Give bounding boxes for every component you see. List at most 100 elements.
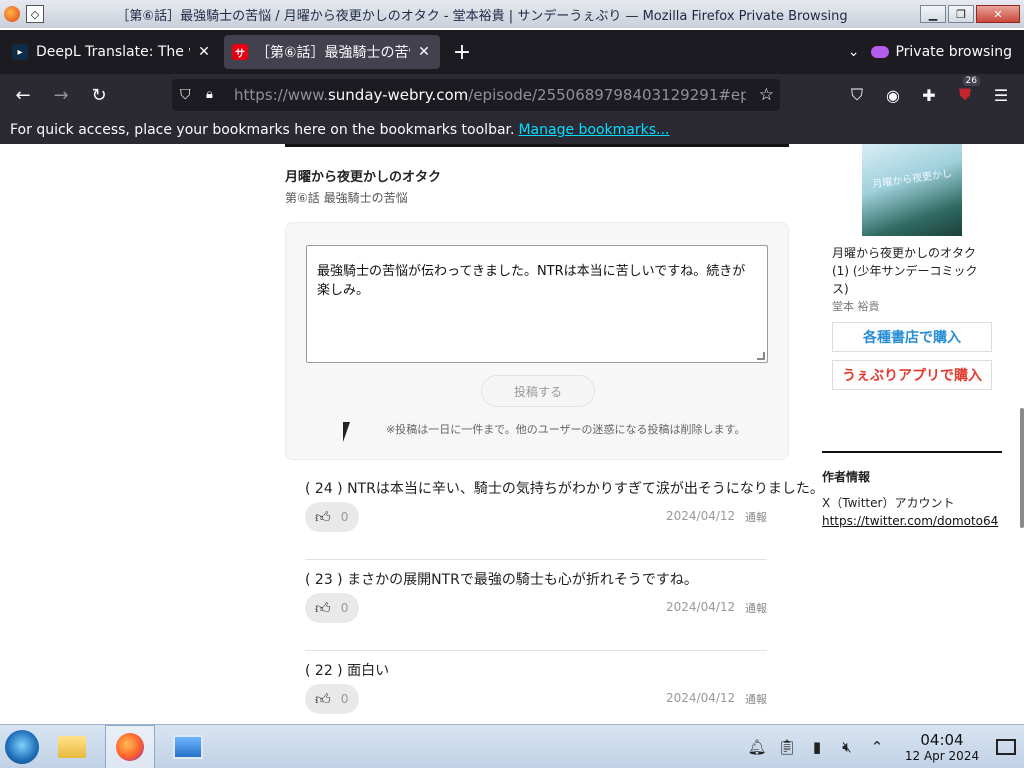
puzzle-icon: ✚	[922, 85, 936, 105]
url-domain: sunday-webry.com	[327, 86, 469, 104]
comment-item: ( 22 ) 面白い 👍︎ 0 2024/04/12 通報	[305, 660, 767, 724]
work-title[interactable]: 月曜から夜更かしのオタク	[285, 166, 441, 185]
taskbar: 🔔︎ 📋︎ ▮ 🔇︎ ⌃ 04:04 12 Apr 2024	[0, 724, 1024, 768]
resize-handle-icon[interactable]	[757, 352, 765, 360]
comment-input[interactable]: 最強騎士の苦悩が伝わってきました。NTRは本当に苦しいですね。続きが楽しみ。	[306, 245, 768, 363]
deepl-icon: ▸	[12, 44, 28, 60]
window-menu-icon[interactable]: ◇	[26, 5, 44, 23]
cover-title-text: 月曜から夜更かし	[871, 168, 953, 191]
comment-item: ( 24 ) NTRは本当に辛い、騎士の気持ちがわかりすぎて涙が出そうになりまし…	[305, 478, 824, 560]
ublock-shield-icon: ⛊	[958, 85, 971, 104]
taskbar-remote-desktop[interactable]	[163, 725, 213, 768]
report-link[interactable]: 通報	[745, 509, 767, 525]
reload-icon: ↻	[91, 84, 107, 106]
sidebar-divider	[822, 451, 1002, 453]
book-title[interactable]: 月曜から夜更かしのオタク (1) (少年サンデーコミックス)	[832, 244, 992, 298]
minimize-button[interactable]: ▁	[920, 5, 946, 23]
buy-at-stores-button[interactable]: 各種書店で購入	[832, 322, 992, 352]
window-titlebar: ◇ ［第⑥話］最強騎士の苦悩 / 月曜から夜更かしのオタク - 堂本裕貴 | サ…	[0, 0, 1024, 28]
lock-icon[interactable]: 🔒︎	[206, 87, 222, 103]
forward-arrow-icon: →	[53, 84, 69, 106]
close-icon: ✕	[993, 7, 1003, 21]
mouse-cursor-icon	[343, 422, 350, 442]
like-button[interactable]: 👍︎ 0	[305, 684, 359, 714]
back-arrow-icon: ←	[15, 84, 31, 106]
clock-time: 04:04	[920, 731, 964, 749]
remote-desktop-icon	[173, 734, 203, 759]
thumbs-up-icon: 👍︎	[315, 598, 331, 617]
url-bar[interactable]: ⛉ 🔒︎ https://www.sunday-webry.com/episod…	[172, 79, 780, 111]
navigation-toolbar: ← → ↻ ⛉ 🔒︎ https://www.sunday-webry.com/…	[0, 74, 1024, 116]
show-desktop-button[interactable]	[996, 739, 1016, 755]
private-browsing-indicator: Private browsing	[871, 44, 1012, 60]
url-text[interactable]: https://www.sunday-webry.com/episode/255…	[234, 86, 746, 104]
chevron-up-icon[interactable]: ⌃	[866, 736, 888, 758]
app-menu-button[interactable]: ☰	[986, 80, 1016, 110]
extensions-button[interactable]: ✚	[914, 80, 944, 110]
list-all-tabs-button[interactable]: ⌄	[848, 44, 860, 60]
comment-date: 2024/04/12	[666, 691, 736, 705]
tab-close-icon[interactable]: ✕	[196, 44, 212, 60]
report-link[interactable]: 通報	[745, 691, 767, 707]
folder-icon	[58, 735, 86, 758]
bookmarks-toolbar: For quick access, place your bookmarks h…	[0, 116, 1024, 144]
url-prefix: https://www.	[234, 86, 328, 104]
clock[interactable]: 04:04 12 Apr 2024	[896, 731, 988, 763]
tab-sunday-webry[interactable]: サ ［第⑥話］最強騎士の苦悩 / 月 ✕	[224, 35, 440, 69]
bookmark-star-icon[interactable]: ☆	[759, 85, 774, 105]
hamburger-icon: ☰	[993, 85, 1009, 105]
buy-in-app-button[interactable]: うぇぶりアプリで購入	[832, 360, 992, 390]
comment-notice: ※投稿は一日に一件まで。他のユーザーの迷惑になる投稿は削除します。	[386, 423, 746, 436]
report-link[interactable]: 通報	[745, 600, 767, 616]
minimize-icon: ▁	[928, 7, 938, 21]
private-mask-icon	[871, 46, 890, 58]
comment-input-value: 最強騎士の苦悩が伝わってきました。NTRは本当に苦しいですね。続きが楽しみ。	[317, 264, 746, 298]
ublock-button[interactable]: ⛊ 26	[950, 76, 980, 110]
page-scrollbar[interactable]	[1020, 408, 1024, 528]
new-tab-button[interactable]: +	[446, 36, 478, 68]
comment-date: 2024/04/12	[666, 509, 736, 523]
comment-form: 最強騎士の苦悩が伝わってきました。NTRは本当に苦しいですね。続きが楽しみ。 投…	[285, 222, 789, 460]
tracking-shield-icon[interactable]: ⛉	[180, 87, 196, 103]
web-page: 月曜から夜更かしのオタク 第⑥話 最強騎士の苦悩 最強騎士の苦悩が伝わってきまし…	[0, 144, 1024, 724]
close-window-button[interactable]: ✕	[976, 5, 1020, 23]
forward-button[interactable]: →	[46, 80, 76, 110]
clipboard-icon[interactable]: 📋︎	[776, 736, 798, 758]
bookmarks-message: For quick access, place your bookmarks h…	[10, 122, 515, 138]
account-icon: ◉	[886, 85, 900, 105]
pocket-icon: ⛉	[850, 85, 863, 104]
taskbar-file-explorer[interactable]	[47, 725, 97, 768]
private-browsing-label: Private browsing	[895, 44, 1012, 60]
extension-badge: 26	[962, 76, 980, 86]
author-info-heading: 作者情報	[822, 470, 871, 484]
start-button[interactable]	[5, 729, 39, 764]
account-button[interactable]: ◉	[878, 80, 908, 110]
notification-bell-icon[interactable]: 🔔︎	[746, 736, 768, 758]
twitter-link[interactable]: https://twitter.com/domoto64	[822, 514, 998, 528]
battery-icon[interactable]: ▮	[806, 736, 828, 758]
manage-bookmarks-link[interactable]: Manage bookmarks...	[518, 122, 669, 138]
thumbs-up-icon: 👍︎	[315, 689, 331, 708]
comment-text: ( 23 ) まさかの展開NTRで最強の騎士も心が折れそうですね。	[305, 572, 698, 588]
reload-button[interactable]: ↻	[84, 80, 114, 110]
section-divider	[285, 144, 789, 147]
tab-close-icon[interactable]: ✕	[416, 44, 432, 60]
clock-date: 12 Apr 2024	[904, 749, 980, 763]
book-cover-image[interactable]: 月曜から夜更かし	[862, 144, 962, 236]
like-button[interactable]: 👍︎ 0	[305, 502, 359, 532]
comment-text: ( 24 ) NTRは本当に辛い、騎士の気持ちがわかりすぎて涙が出そうになりまし…	[305, 481, 824, 497]
maximize-button[interactable]: ❐	[948, 5, 974, 23]
like-count: 0	[340, 510, 349, 524]
taskbar-firefox[interactable]	[105, 724, 155, 768]
maximize-icon: ❐	[956, 7, 966, 21]
tab-deepl[interactable]: ▸ DeepL Translate: The wo ✕	[4, 35, 220, 69]
window-title: ［第⑥話］最強騎士の苦悩 / 月曜から夜更かしのオタク - 堂本裕貴 | サンデ…	[116, 8, 848, 24]
tab-label: DeepL Translate: The wo	[36, 44, 190, 60]
pocket-button[interactable]: ⛉	[842, 80, 872, 110]
submit-comment-button[interactable]: 投稿する	[481, 375, 595, 407]
speaker-muted-icon[interactable]: 🔇︎	[836, 736, 858, 758]
sunday-webry-icon: サ	[232, 44, 248, 60]
like-button[interactable]: 👍︎ 0	[305, 593, 359, 623]
back-button[interactable]: ←	[8, 80, 38, 110]
comment-item: ( 23 ) まさかの展開NTRで最強の騎士も心が折れそうですね。 👍︎ 0 20…	[305, 569, 767, 651]
